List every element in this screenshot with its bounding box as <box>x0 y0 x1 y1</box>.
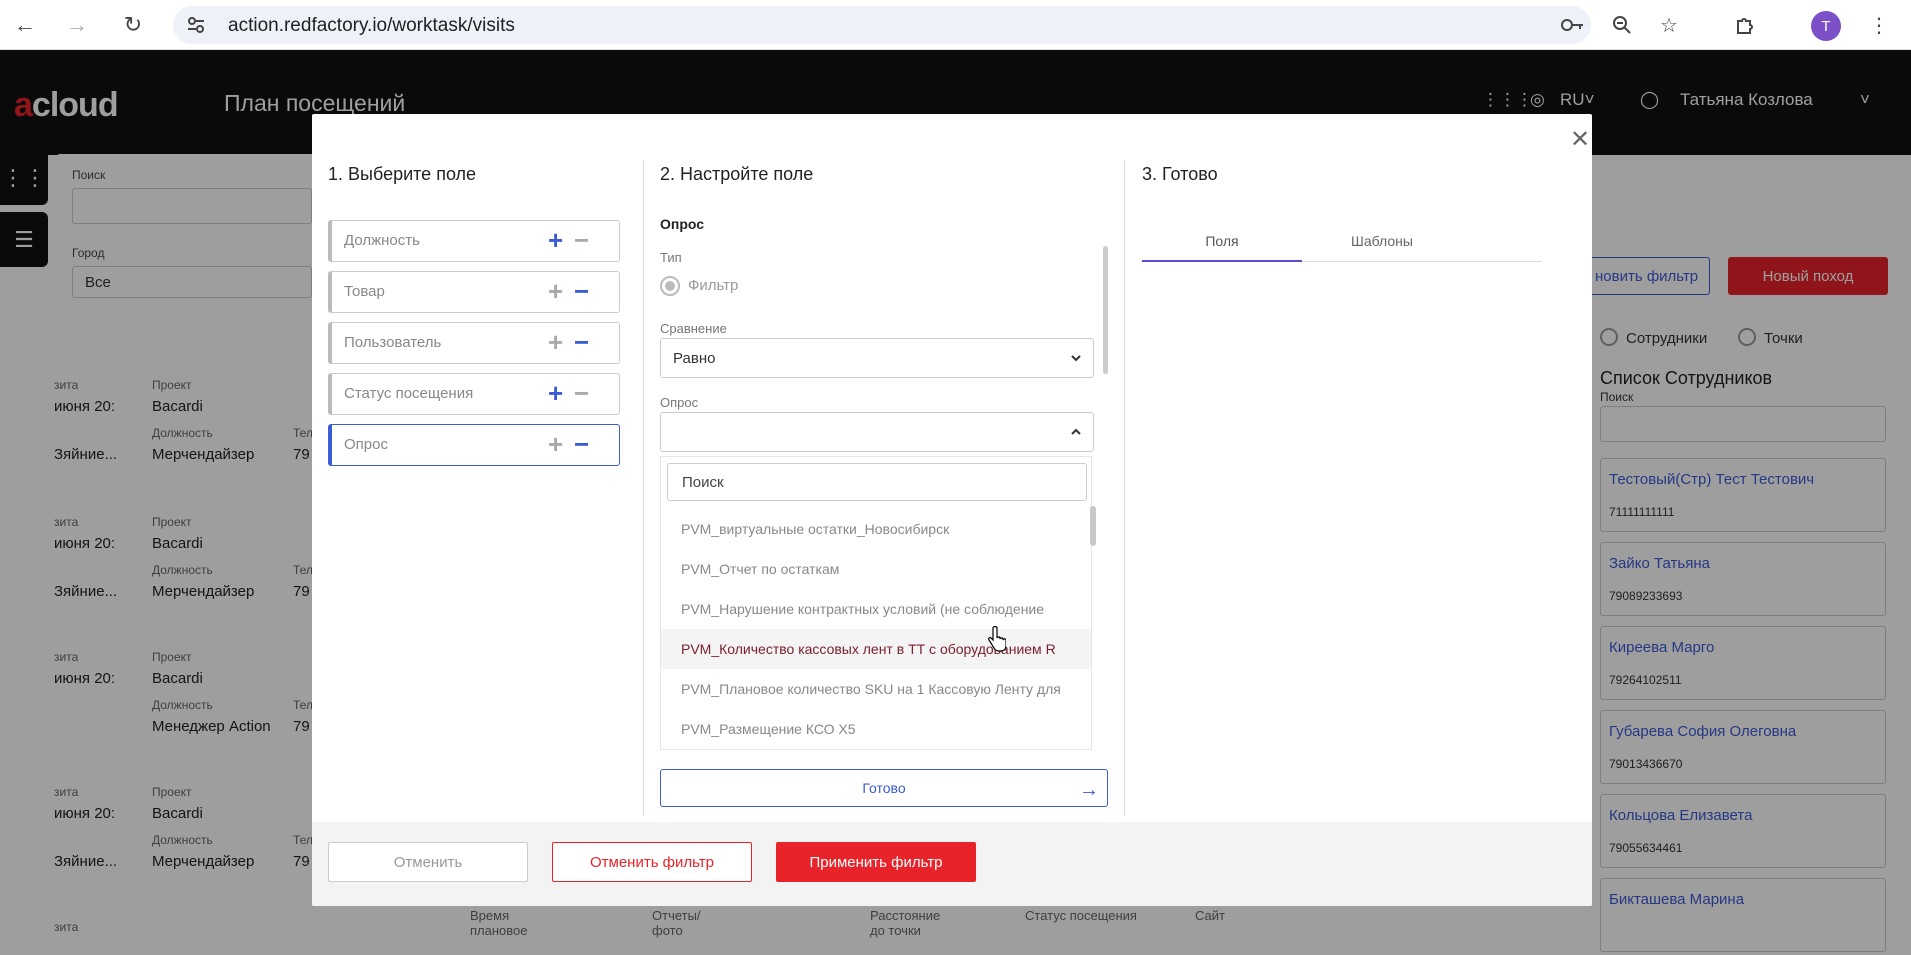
minus-icon[interactable]: − <box>574 225 589 255</box>
survey-dropdown: Поиск PVM_виртуальные остатки_Новосибирс… <box>660 456 1092 750</box>
url-text[interactable]: action.redfactory.io/worktask/visits <box>228 15 515 37</box>
dropdown-option[interactable]: PVM_Отчет по остаткам <box>661 549 1091 589</box>
hand-cursor-icon <box>988 626 1006 652</box>
type-label: Тип <box>660 250 682 265</box>
plus-icon[interactable]: + <box>548 225 563 255</box>
minus-icon[interactable]: − <box>574 276 589 306</box>
chevron-down-icon <box>1071 355 1081 362</box>
tab-fields[interactable]: Поля <box>1142 226 1302 262</box>
minus-icon[interactable]: − <box>574 378 589 408</box>
plus-icon[interactable]: + <box>548 429 563 459</box>
config-scrollbar[interactable] <box>1103 246 1108 374</box>
type-filter-label: Фильтр <box>688 277 739 294</box>
field-visit-status[interactable]: Статус посещения + − <box>328 373 620 415</box>
compare-label: Сравнение <box>660 321 727 336</box>
profile-avatar[interactable]: T <box>1811 11 1841 41</box>
result-tabs: Поля Шаблоны <box>1142 226 1542 262</box>
minus-icon[interactable]: − <box>574 327 589 357</box>
plus-icon[interactable]: + <box>548 276 563 306</box>
reload-icon[interactable]: ↻ <box>118 10 148 40</box>
dropdown-scrollbar[interactable] <box>1090 506 1096 546</box>
compare-select[interactable]: Равно <box>660 338 1094 378</box>
plus-icon[interactable]: + <box>548 327 563 357</box>
apply-filter-button[interactable]: Применить фильтр <box>776 842 976 882</box>
site-settings-icon[interactable] <box>183 12 209 38</box>
reset-filter-button[interactable]: Отменить фильтр <box>552 842 752 882</box>
bookmark-star-icon[interactable]: ☆ <box>1654 10 1684 40</box>
dropdown-option[interactable]: PVM_Плановое количество SKU на 1 Кассову… <box>661 669 1091 709</box>
zoom-icon[interactable] <box>1607 10 1637 40</box>
dropdown-option[interactable]: PVM_Нарушение контрактных условий (не со… <box>661 589 1091 629</box>
step1-title: 1. Выберите поле <box>328 164 477 184</box>
column-divider <box>643 160 644 816</box>
field-product[interactable]: Товар + − <box>328 271 620 313</box>
filter-modal: ✕ 1. Выберите поле 2. Настройте поле 3. … <box>312 114 1592 906</box>
cancel-button[interactable]: Отменить <box>328 842 528 882</box>
field-position[interactable]: Должность + − <box>328 220 620 262</box>
back-arrow-icon[interactable]: ← <box>10 10 40 40</box>
password-key-icon[interactable] <box>1558 10 1588 40</box>
dropdown-option[interactable]: PVM_Количество кассовых лент в ТТ с обор… <box>661 629 1091 669</box>
ready-button[interactable]: Готово → <box>660 769 1108 807</box>
browser-menu-icon[interactable]: ⋮ <box>1864 10 1894 40</box>
browser-toolbar: ← → ↻ action.redfactory.io/worktask/visi… <box>0 0 1911 50</box>
step2-title: 2. Настройте поле <box>660 164 814 184</box>
config-section-title: Опрос <box>660 216 705 232</box>
address-bar[interactable]: action.redfactory.io/worktask/visits <box>173 6 1591 44</box>
survey-label: Опрос <box>660 395 699 410</box>
field-user[interactable]: Пользователь + − <box>328 322 620 364</box>
tab-templates[interactable]: Шаблоны <box>1302 226 1462 262</box>
arrow-right-icon: → <box>1079 779 1099 801</box>
modal-footer: Отменить Отменить фильтр Применить фильт… <box>312 822 1592 906</box>
field-survey[interactable]: Опрос + − <box>328 424 620 466</box>
plus-icon[interactable]: + <box>548 378 563 408</box>
dropdown-option[interactable]: PVM_виртуальные остатки_Новосибирск <box>661 509 1091 549</box>
chevron-up-icon <box>1071 428 1081 435</box>
type-filter-radio[interactable] <box>660 276 680 296</box>
dropdown-search-input[interactable]: Поиск <box>667 463 1087 501</box>
column-divider <box>1124 160 1125 816</box>
survey-select[interactable] <box>660 412 1094 452</box>
minus-icon[interactable]: − <box>574 429 589 459</box>
step3-title: 3. Готово <box>1142 164 1218 184</box>
close-icon[interactable]: ✕ <box>1565 124 1592 154</box>
forward-arrow-icon[interactable]: → <box>62 10 92 40</box>
extensions-puzzle-icon[interactable] <box>1730 10 1760 40</box>
dropdown-option[interactable]: PVM_Размещение КСО X5 <box>661 709 1091 749</box>
